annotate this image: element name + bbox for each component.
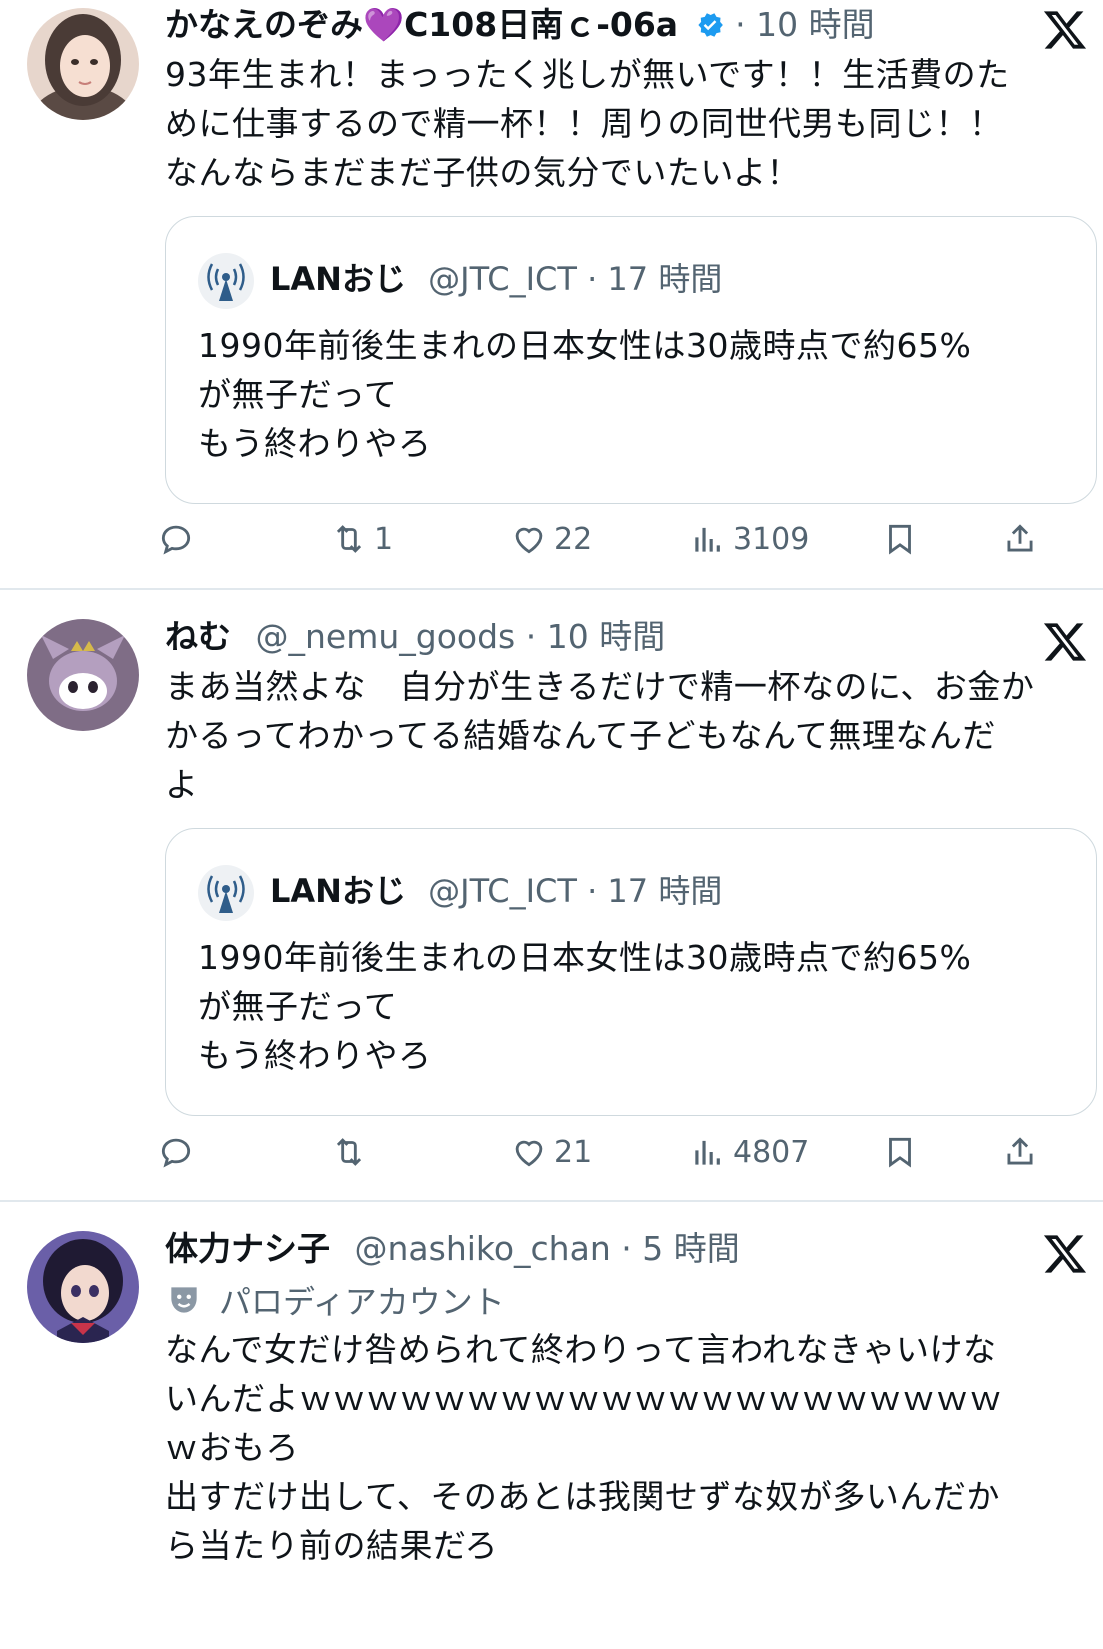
separator-dot: · [735,5,746,44]
avatar-photo [27,8,139,120]
avatar-photo [27,1231,139,1343]
tweet-header: ねむ @_nemu_goods · 10 時間 [165,614,665,660]
quote-timestamp: 17 時間 [607,260,723,298]
like-button[interactable]: 22 [510,514,592,564]
quote-timestamp: 17 時間 [607,872,723,910]
bookmark-icon [889,1137,911,1168]
retweet-icon [336,525,362,553]
view-count: 4807 [733,1134,810,1170]
quote-header: LANおじ @JTC_ICT · 17 時間 [270,867,722,915]
separator-dot: · [525,617,537,656]
like-button[interactable]: 21 [510,1127,592,1177]
like-count: 21 [554,1134,593,1170]
antenna-avatar-icon [198,253,254,309]
tweet-text: 93年生まれ！まっったく兆しが無いです！！生活費のた めに仕事するので精一杯！！… [165,55,1010,192]
x-logo-icon [1043,623,1087,661]
quote-display-name: LANおじ [270,260,406,298]
share-icon [1007,524,1033,552]
theater-mask-icon [171,1287,197,1313]
timestamp[interactable]: 5 時間 [642,1229,740,1268]
quote-header: LANおじ @JTC_ICT · 17 時間 [270,255,722,303]
parody-account-label: パロディアカウント [165,1277,505,1323]
action-bar: 21 4807 [161,1127,1095,1177]
quote-text: 1990年前後生まれの日本女性は30歳時点で約65% が無子だって もう終わりや… [198,938,972,1075]
display-name[interactable]: ねむ [165,617,231,656]
parody-label-text: パロディアカウント [219,1283,505,1321]
views-button[interactable]: 4807 [689,1127,809,1177]
tweet-text: まあ当然よな 自分が生きるだけで精一杯なのに、お金か かるってわかってる結婚なん… [165,667,1035,804]
retweet-button[interactable] [330,1127,374,1177]
separator-dot: · [621,1229,632,1268]
share-button[interactable] [1001,514,1039,564]
action-bar: 1 22 3109 [161,514,1095,564]
divider [0,1200,1103,1202]
views-button[interactable]: 3109 [689,514,809,564]
verified-badge-icon [697,13,723,37]
timestamp[interactable]: 10 時間 [756,5,874,44]
display-name[interactable]: 体力ナシ子 [165,1229,330,1268]
reply-icon [161,525,191,555]
views-chart-icon [695,527,720,552]
separator-dot: · [587,872,598,910]
avatar[interactable] [27,8,139,120]
views-chart-icon [695,1140,720,1165]
heart-icon [515,527,543,554]
tweet-header: かなえのぞみ💜C108日南ｃ-06a · 10 時間 [165,2,875,48]
reply-button[interactable] [157,514,195,564]
quote-tweet[interactable]: LANおじ @JTC_ICT · 17 時間 1990年前後生まれの日本女性は3… [165,828,1097,1116]
divider [0,588,1103,590]
quote-handle: @JTC_ICT [428,260,577,298]
share-button[interactable] [1001,1127,1039,1177]
antenna-avatar-icon [198,865,254,921]
retweet-button[interactable]: 1 [330,514,393,564]
share-icon [1007,1137,1033,1165]
handle[interactable]: @_nemu_goods [256,617,516,656]
avatar[interactable] [27,619,139,731]
display-name[interactable]: かなえのぞみ💜C108日南ｃ-06a [165,5,678,44]
bookmark-icon [889,524,911,555]
retweet-count: 1 [374,521,394,557]
x-logo-icon [1043,1235,1087,1273]
like-count: 22 [554,521,593,557]
quote-display-name: LANおじ [270,872,406,910]
x-logo-icon [1043,11,1087,49]
retweet-icon [336,1138,362,1166]
reply-button[interactable] [157,1127,195,1177]
handle[interactable]: @nashiko_chan [355,1229,611,1268]
bookmark-button[interactable] [881,1127,919,1177]
bookmark-button[interactable] [881,514,919,564]
reply-icon [161,1138,191,1168]
quote-handle: @JTC_ICT [428,872,577,910]
tweet-text: なんで女だけ咎められて終わりって言われなきゃいけな いんだよｗｗｗｗｗｗｗｗｗｗ… [165,1330,1003,1565]
heart-icon [515,1140,543,1167]
view-count: 3109 [733,521,810,557]
quote-text: 1990年前後生まれの日本女性は30歳時点で約65% が無子だって もう終わりや… [198,326,972,463]
separator-dot: · [587,260,598,298]
timestamp[interactable]: 10 時間 [547,617,665,656]
quote-tweet[interactable]: LANおじ @JTC_ICT · 17 時間 1990年前後生まれの日本女性は3… [165,216,1097,504]
tweet-header: 体力ナシ子 @nashiko_chan · 5 時間 [165,1226,740,1272]
avatar[interactable] [27,1231,139,1343]
avatar-photo [27,619,139,731]
